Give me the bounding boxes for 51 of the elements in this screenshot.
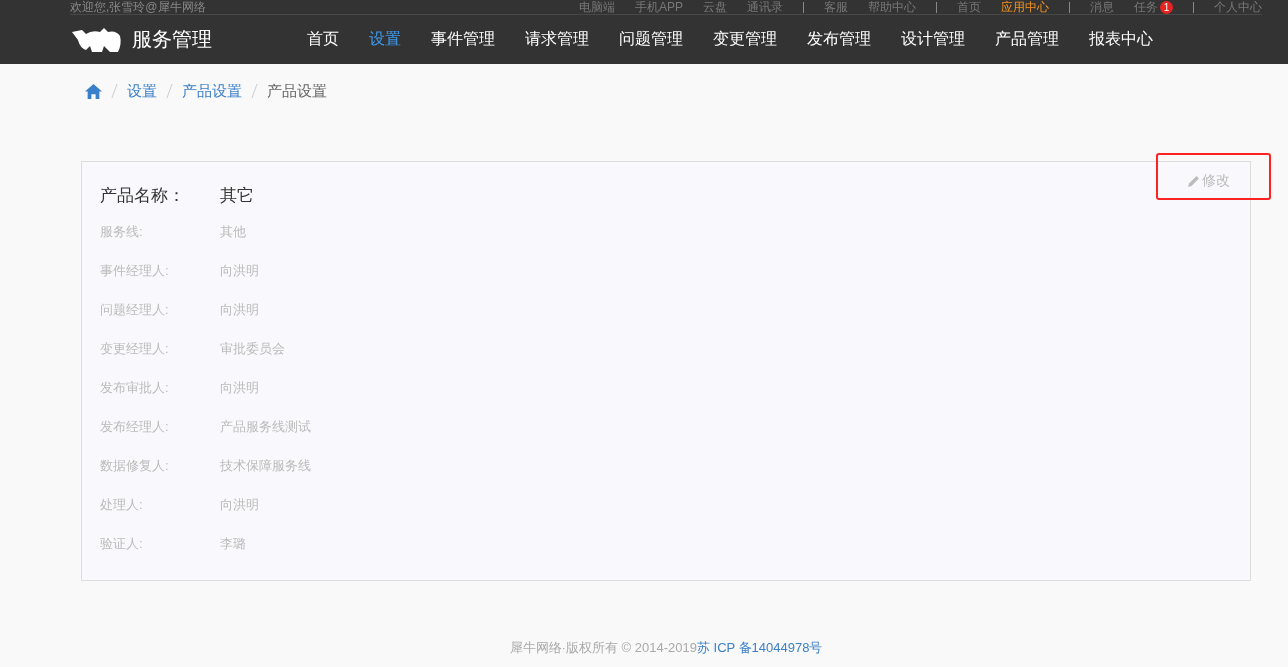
field-label: 发布经理人: — [100, 418, 170, 436]
breadcrumb-link[interactable]: 设置 — [127, 81, 157, 101]
nav-tab[interactable]: 设计管理 — [901, 29, 965, 50]
current-page-label: 产品设置 — [267, 81, 327, 101]
product-name-label: 产品名称： — [100, 185, 186, 207]
nav-tab[interactable]: 问题管理 — [619, 29, 683, 50]
top-link[interactable]: 首页 — [957, 0, 981, 14]
home-icon[interactable] — [85, 83, 102, 99]
field-label: 处理人: — [100, 496, 144, 514]
top-link[interactable]: 任务 — [1134, 0, 1158, 14]
field-label: 事件经理人: — [100, 262, 170, 280]
nav-tab[interactable]: 事件管理 — [431, 29, 495, 50]
field-value: 李璐 — [220, 535, 246, 553]
top-link[interactable]: 通讯录 — [747, 0, 783, 14]
top-link[interactable]: 个人中心 — [1214, 0, 1262, 14]
nav-tab[interactable]: 首页 — [307, 29, 339, 50]
product-name-value: 其它 — [220, 185, 254, 207]
nav-tab[interactable]: 请求管理 — [525, 29, 589, 50]
field-value: 向洪明 — [220, 496, 259, 514]
count-badge: 1 — [1160, 0, 1173, 14]
top-link[interactable]: 应用中心 — [1001, 0, 1049, 14]
nav-tab[interactable]: 报表中心 — [1089, 29, 1153, 50]
field-label: 数据修复人: — [100, 457, 170, 475]
top-link[interactable]: 电脑端 — [579, 0, 615, 14]
pencil-icon — [1188, 175, 1200, 187]
breadcrumb-link[interactable]: 产品设置 — [182, 81, 242, 101]
copyright-text: 犀牛网络·版权所有 © 2014-2019 — [509, 640, 697, 655]
field-value: 技术保障服务线 — [220, 457, 311, 475]
top-link[interactable]: 云盘 — [703, 0, 727, 14]
nav-tab[interactable]: 产品管理 — [995, 29, 1059, 50]
field-value: 向洪明 — [220, 262, 259, 280]
nav-tab[interactable]: 发布管理 — [807, 29, 871, 50]
welcome-text: 欢迎您,张雪玲@犀牛网络 — [70, 0, 206, 14]
field-value: 审批委员会 — [220, 340, 285, 358]
field-label: 问题经理人: — [100, 301, 170, 319]
top-link[interactable]: 消息 — [1090, 0, 1114, 14]
field-label: 验证人: — [100, 535, 144, 553]
app-name: 服务管理 — [132, 27, 212, 52]
field-value: 其他 — [220, 223, 246, 241]
nav-tab[interactable]: 变更管理 — [713, 29, 777, 50]
field-value: 向洪明 — [220, 379, 259, 397]
top-link[interactable]: 帮助中心 — [868, 0, 916, 14]
top-link[interactable]: 手机APP — [635, 0, 683, 14]
field-value: 产品服务线测试 — [220, 418, 311, 436]
field-label: 服务线: — [100, 223, 144, 241]
field-value: 向洪明 — [220, 301, 259, 319]
top-link[interactable]: 客服 — [824, 0, 848, 14]
field-label: 变更经理人: — [100, 340, 170, 358]
icp-link[interactable]: 苏 ICP 备14044978号 — [696, 640, 823, 655]
nav-tab[interactable]: 设置 — [369, 29, 401, 50]
field-label: 发布审批人: — [100, 379, 170, 397]
